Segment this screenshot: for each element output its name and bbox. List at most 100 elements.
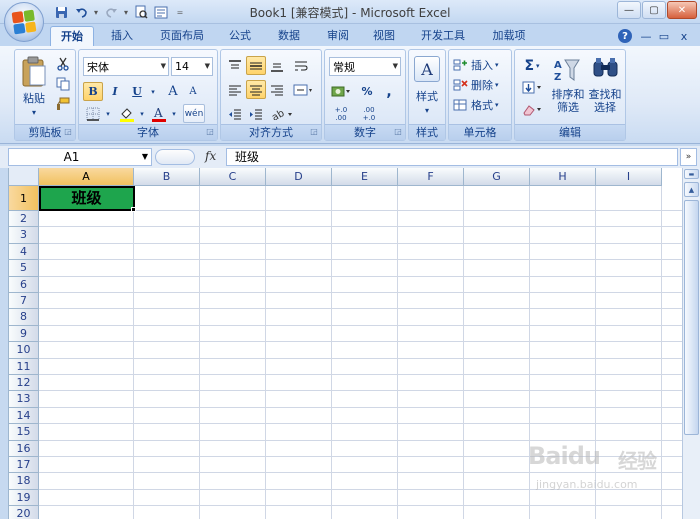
border-dropdown-icon[interactable]: ▾ bbox=[103, 104, 113, 123]
column-header-d[interactable]: D bbox=[266, 168, 332, 186]
column-header-h[interactable]: H bbox=[530, 168, 596, 186]
row-header-14[interactable]: 14 bbox=[9, 407, 39, 425]
tab-home[interactable]: 开始 bbox=[50, 26, 94, 46]
row-header-20[interactable]: 20 bbox=[9, 506, 39, 519]
column-header-c[interactable]: C bbox=[200, 168, 266, 186]
vertical-scrollbar[interactable]: ▬ ▲ bbox=[682, 168, 700, 519]
clipboard-launcher-icon[interactable]: ◲ bbox=[63, 127, 73, 137]
scroll-thumb[interactable] bbox=[684, 200, 699, 435]
column-header-e[interactable]: E bbox=[332, 168, 398, 186]
underline-dropdown-icon[interactable]: ▾ bbox=[147, 82, 159, 101]
ribbon-close-icon[interactable]: x bbox=[676, 28, 692, 44]
ribbon-minimize-icon[interactable]: — bbox=[638, 28, 654, 44]
tab-review[interactable]: 审阅 bbox=[320, 26, 356, 46]
align-top-icon[interactable] bbox=[225, 56, 245, 75]
increase-decimal-button[interactable]: +.0 .00 bbox=[329, 104, 353, 123]
wrap-text-icon[interactable] bbox=[291, 56, 311, 75]
formula-input[interactable]: 班级 bbox=[226, 148, 678, 166]
row-header-13[interactable]: 13 bbox=[9, 391, 39, 408]
tab-view[interactable]: 视图 bbox=[366, 26, 402, 46]
office-button[interactable] bbox=[4, 2, 44, 42]
formula-bar-splitter[interactable] bbox=[155, 149, 195, 165]
align-bottom-icon[interactable] bbox=[267, 56, 287, 75]
copy-icon[interactable] bbox=[53, 74, 73, 93]
row-header-19[interactable]: 19 bbox=[9, 489, 39, 507]
row-header-8[interactable]: 8 bbox=[9, 309, 39, 326]
fill-color-icon[interactable] bbox=[117, 104, 137, 123]
row-header-5[interactable]: 5 bbox=[9, 260, 39, 277]
column-header-a[interactable]: A bbox=[39, 168, 134, 186]
font-color-icon[interactable]: A bbox=[149, 104, 169, 123]
ribbon-restore-icon[interactable]: ▭ bbox=[656, 28, 672, 44]
grow-font-button[interactable]: A bbox=[163, 82, 183, 101]
styles-dropdown-icon[interactable]: ▾ bbox=[409, 104, 445, 117]
font-size-dropdown[interactable]: 14 ▼ bbox=[171, 57, 213, 76]
fill-button[interactable] bbox=[519, 78, 545, 97]
decrease-decimal-button[interactable]: .00 +.0 bbox=[357, 104, 381, 123]
column-header-i[interactable]: I bbox=[596, 168, 662, 186]
underline-button[interactable]: U bbox=[127, 82, 147, 101]
increase-indent-icon[interactable] bbox=[246, 104, 266, 123]
column-header-g[interactable]: G bbox=[464, 168, 530, 186]
format-painter-icon[interactable] bbox=[53, 94, 73, 113]
row-header-15[interactable]: 15 bbox=[9, 424, 39, 441]
cut-icon[interactable] bbox=[53, 54, 73, 73]
row-header-9[interactable]: 9 bbox=[9, 325, 39, 343]
chevron-down-icon[interactable]: ▼ bbox=[142, 152, 148, 161]
styles-icon[interactable]: A bbox=[414, 56, 440, 82]
tab-add-ins[interactable]: 加载项 bbox=[484, 26, 534, 46]
font-name-dropdown[interactable]: 宋体 ▼ bbox=[83, 57, 169, 76]
row-header-16[interactable]: 16 bbox=[9, 440, 39, 457]
clear-button[interactable] bbox=[519, 100, 545, 119]
font-color-dropdown-icon[interactable]: ▾ bbox=[169, 104, 179, 123]
help-icon[interactable]: ? bbox=[618, 29, 632, 43]
find-select-icon[interactable] bbox=[591, 54, 621, 86]
border-icon[interactable] bbox=[83, 104, 103, 123]
bold-button[interactable]: B bbox=[83, 82, 103, 101]
select-all-corner[interactable] bbox=[9, 168, 39, 186]
row-header-12[interactable]: 12 bbox=[9, 375, 39, 392]
italic-button[interactable]: I bbox=[105, 82, 125, 101]
row-header-3[interactable]: 3 bbox=[9, 227, 39, 244]
column-header-b[interactable]: B bbox=[134, 168, 200, 186]
paste-icon[interactable] bbox=[19, 54, 49, 90]
font-launcher-icon[interactable]: ◲ bbox=[205, 127, 215, 137]
number-launcher-icon[interactable]: ◲ bbox=[393, 127, 403, 137]
maximize-button[interactable]: ▢ bbox=[642, 1, 666, 19]
column-header-f[interactable]: F bbox=[398, 168, 464, 186]
expand-formula-bar-icon[interactable]: » bbox=[680, 148, 697, 166]
align-middle-icon[interactable] bbox=[246, 56, 266, 75]
fill-handle[interactable] bbox=[131, 207, 136, 212]
paste-label[interactable]: 粘贴 bbox=[19, 92, 49, 105]
phonetic-button[interactable]: wén bbox=[183, 104, 205, 123]
tab-formulas[interactable]: 公式 bbox=[222, 26, 258, 46]
format-cells-button[interactable]: 格式 ▾ bbox=[453, 96, 509, 114]
row-header-1[interactable]: 1 bbox=[9, 186, 39, 211]
row-header-11[interactable]: 11 bbox=[9, 358, 39, 375]
row-header-10[interactable]: 10 bbox=[9, 342, 39, 359]
alignment-launcher-icon[interactable]: ◲ bbox=[309, 127, 319, 137]
autosum-button[interactable]: Σ ▾ bbox=[519, 56, 545, 75]
percent-style-button[interactable]: % bbox=[357, 82, 377, 101]
row-header-17[interactable]: 17 bbox=[9, 457, 39, 474]
orientation-icon[interactable]: ab bbox=[269, 104, 295, 123]
comma-style-button[interactable]: , bbox=[379, 82, 399, 101]
name-box[interactable]: A1 ▼ bbox=[8, 148, 152, 166]
delete-cells-button[interactable]: 删除 ▾ bbox=[453, 76, 509, 94]
insert-cells-button[interactable]: 插入 ▾ bbox=[453, 56, 509, 74]
accounting-format-icon[interactable] bbox=[329, 82, 353, 101]
decrease-indent-icon[interactable] bbox=[225, 104, 245, 123]
split-box-icon[interactable]: ▬ bbox=[684, 169, 699, 179]
merge-center-icon[interactable] bbox=[291, 80, 315, 99]
tab-page-layout[interactable]: 页面布局 bbox=[152, 26, 212, 46]
sort-filter-icon[interactable]: AZ bbox=[553, 54, 583, 86]
fill-color-dropdown-icon[interactable]: ▾ bbox=[137, 104, 147, 123]
tab-data[interactable]: 数据 bbox=[270, 26, 308, 46]
row-header-6[interactable]: 6 bbox=[9, 276, 39, 293]
align-right-icon[interactable] bbox=[267, 80, 287, 99]
tab-insert[interactable]: 插入 bbox=[100, 26, 144, 46]
find-select-label[interactable]: 查找和 选择 bbox=[583, 88, 627, 114]
minimize-button[interactable]: — bbox=[617, 1, 641, 19]
shrink-font-button[interactable]: A bbox=[183, 82, 203, 101]
row-header-2[interactable]: 2 bbox=[9, 211, 39, 228]
